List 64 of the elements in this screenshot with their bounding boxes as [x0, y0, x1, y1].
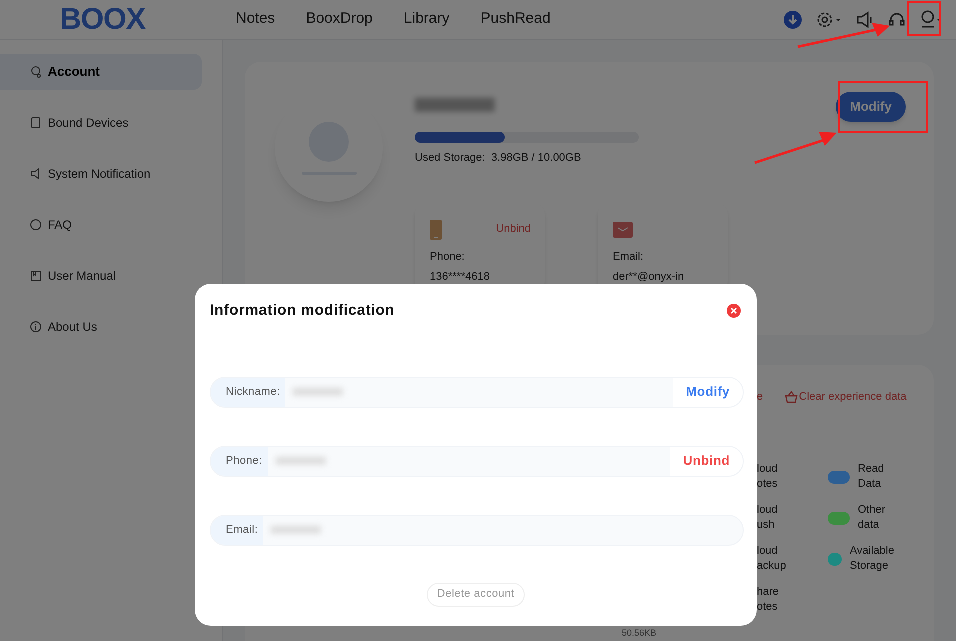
legend-label: ush: [757, 518, 776, 533]
speaker-icon[interactable]: [856, 10, 874, 28]
storage-label: Used Storage: 3.98GB / 10.00GB: [415, 151, 582, 166]
nav-link[interactable]: PushRead: [480, 8, 551, 31]
modify-link[interactable]: Modify: [673, 378, 743, 406]
legend-label: loud: [757, 544, 779, 559]
logo[interactable]: BOOX: [60, 4, 160, 34]
mail-icon: [613, 222, 633, 238]
legend-label: Other: [858, 503, 886, 518]
legend-label: Available: [850, 544, 894, 559]
legend-label: data: [858, 518, 880, 533]
basket-icon: [785, 391, 798, 404]
sidebar-item[interactable]: FAQ: [0, 207, 202, 243]
legend-label: Data: [858, 477, 882, 492]
user-icon[interactable]: [920, 10, 942, 30]
field-label: Email:: [211, 516, 264, 544]
info-field[interactable]: Nickname: Modify: [210, 376, 744, 408]
modify-button[interactable]: Modify: [836, 92, 906, 122]
info-icon: [30, 321, 42, 333]
headset-icon[interactable]: [888, 10, 906, 28]
chat-icon: [30, 219, 42, 231]
download-icon[interactable]: [784, 10, 802, 28]
legend-label: loud: [757, 462, 779, 477]
link-text[interactable]: e: [757, 389, 764, 406]
legend-label: otes: [757, 477, 779, 492]
field-label: Nickname:: [211, 378, 286, 406]
unbind-button[interactable]: Unbind: [670, 446, 743, 476]
field-label: Phone:: [211, 446, 268, 476]
dialog-title: Information modification: [210, 301, 395, 321]
clear-data-link[interactable]: Clear experience data: [785, 389, 907, 406]
sidebar-item[interactable]: System Notification: [0, 156, 202, 192]
contact-label: Phone:: [430, 250, 466, 264]
nav-link[interactable]: Library: [404, 8, 450, 31]
legend-label: loud: [757, 503, 779, 518]
legend-label: otes: [757, 600, 779, 615]
legend-label: Storage: [850, 559, 890, 574]
legend-label: hare: [757, 585, 780, 600]
legend-label: Read: [858, 462, 884, 477]
legend-label: ackup: [757, 559, 786, 574]
speaker-icon: [30, 168, 42, 180]
close-icon[interactable]: [727, 304, 741, 318]
book-icon: [30, 270, 42, 282]
sidebar-item[interactable]: About Us: [0, 309, 202, 345]
unbind-link[interactable]: Unbind: [496, 221, 531, 238]
redacted-value: [271, 526, 322, 534]
info-field[interactable]: Phone: Unbind: [210, 446, 744, 476]
annotation-box: [907, 1, 941, 36]
user-icon: [30, 66, 42, 78]
redacted-value: [293, 388, 344, 396]
sidebar-item[interactable]: Account: [0, 54, 202, 90]
phone-icon: [430, 220, 442, 240]
nav-link[interactable]: BooxDrop: [306, 8, 373, 31]
sidebar-item[interactable]: Bound Devices: [0, 105, 202, 141]
sidebar-item[interactable]: User Manual: [0, 258, 202, 294]
redacted-value: [276, 457, 326, 465]
contact-value: 136****4618: [430, 270, 491, 285]
nav-link[interactable]: Notes: [236, 8, 276, 31]
contact-value: der**@onyx-in: [613, 270, 686, 285]
info-field[interactable]: Email:: [210, 514, 744, 546]
size-label: 50.56KB: [622, 627, 657, 640]
delete-account-button[interactable]: Delete account: [427, 582, 525, 606]
contact-label: Email:: [613, 250, 645, 264]
settings-icon[interactable]: [816, 10, 842, 28]
tablet-icon: [30, 117, 42, 129]
